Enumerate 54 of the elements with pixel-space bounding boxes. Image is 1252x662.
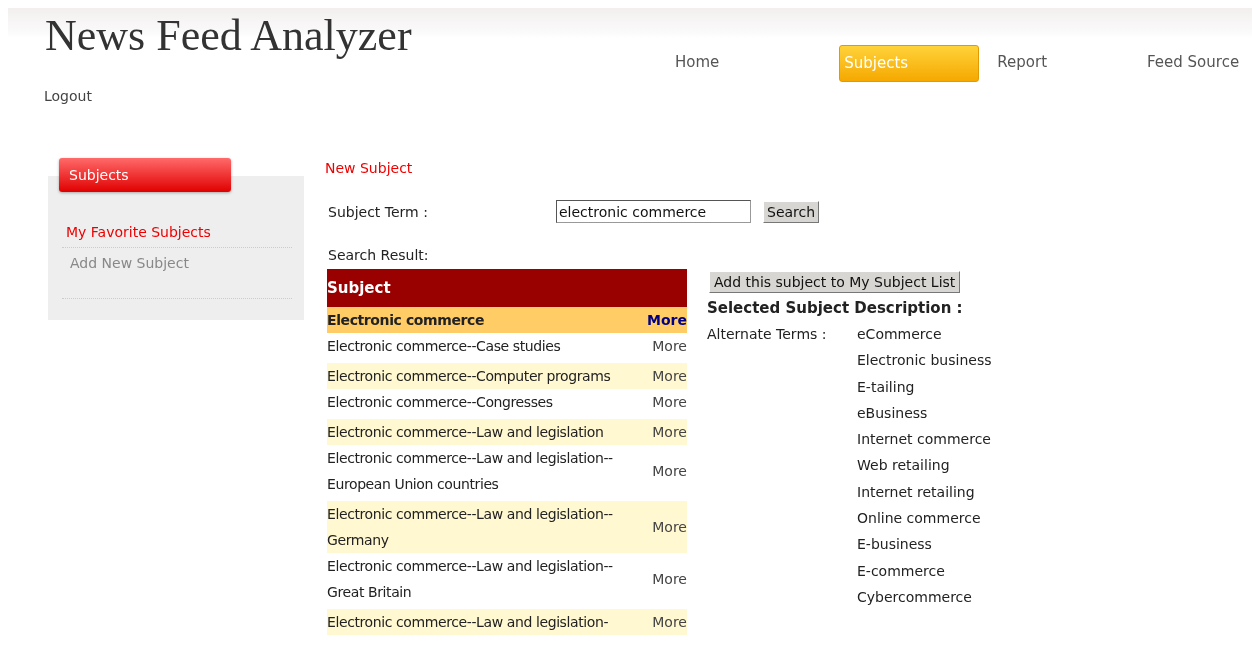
result-row[interactable]: Electronic commerce--Law and legislation--Germany More	[327, 501, 687, 553]
logout-link[interactable]: Logout	[44, 88, 92, 104]
more-link[interactable]: More	[647, 312, 687, 328]
alternate-term: Web retailing	[857, 456, 951, 476]
more-link[interactable]: More	[652, 338, 687, 354]
alternate-term: Electronic business	[857, 351, 992, 371]
result-row[interactable]: Electronic commerce--Computer programs More	[327, 363, 687, 389]
result-row[interactable]: Electronic commerce--Case studies More	[327, 333, 687, 359]
subject-text: Electronic commerce--Law and legislation	[327, 423, 605, 442]
alternate-term: Internet commerce	[857, 430, 992, 450]
subject-text: Electronic commerce--Law and legislation--Great Britain	[327, 557, 614, 602]
field-label: Subject Term :	[328, 203, 429, 220]
alternate-term: Internet retailing	[857, 482, 976, 502]
alternate-term: eBusiness	[857, 403, 929, 423]
alternate-term: eCommerce	[857, 325, 943, 344]
result-row[interactable]: Electronic commerce--Law and legislation More	[327, 419, 687, 445]
result-row[interactable]: Electronic commerce--Congresses More	[327, 389, 687, 415]
subject-text: Electronic commerce--Law and legislation--Germany	[327, 505, 614, 550]
subject-text: Electronic commerce--Congresses	[327, 393, 554, 412]
column-header: Subject	[327, 279, 391, 297]
more-link[interactable]: More	[652, 571, 687, 587]
more-link[interactable]: More	[652, 368, 687, 384]
alternate-term: E-tailing	[857, 377, 916, 397]
more-link[interactable]: More	[652, 614, 687, 630]
alternate-term: E-business	[857, 535, 933, 555]
description-heading: Selected Subject Description :	[707, 299, 963, 317]
alternate-term: E-commerce	[857, 561, 946, 581]
subject-text: Electronic commerce--Case studies	[327, 337, 562, 356]
subject-text: Electronic commerce--Law and legislation-	[327, 613, 610, 632]
more-link[interactable]: More	[652, 463, 687, 479]
section-title: New Subject	[325, 160, 414, 176]
subject-text: Electronic commerce	[327, 311, 485, 330]
result-row[interactable]: Electronic commerce--Law and legislation--Great Britain More	[327, 553, 687, 605]
search-button[interactable]: Search	[763, 200, 820, 223]
nav-tab[interactable]: Report	[997, 45, 1048, 80]
more-link[interactable]: More	[652, 394, 687, 410]
alternate-term: Online commerce	[857, 509, 982, 529]
nav-tab[interactable]: Feed Source	[1147, 45, 1240, 80]
result-row[interactable]: Electronic commerce--Law and legislation--European Union countries More	[327, 445, 687, 497]
subject-text: Electronic commerce--Law and legislation--European Union countries	[327, 449, 614, 494]
result-row[interactable]: Electronic commerce More	[327, 307, 687, 333]
sidebar-heading: Subjects	[59, 158, 231, 192]
add-subject-button[interactable]: Add this subject to My Subject List	[709, 271, 961, 293]
result-row[interactable]: Electronic commerce--Law and legislation- More	[327, 609, 687, 635]
more-link[interactable]: More	[652, 519, 687, 535]
alternate-term: Cybercommerce	[857, 587, 973, 607]
results-label: Search Result:	[327, 247, 430, 263]
alternate-terms-label: Alternate Terms :	[707, 325, 828, 344]
subject-term-field[interactable]: electronic commerce	[556, 200, 751, 223]
nav-tab[interactable]: Home	[675, 45, 720, 80]
app-title: News Feed Analyzer	[45, 10, 412, 61]
subject-text: Electronic commerce--Computer programs	[327, 367, 612, 386]
sidebar-item[interactable]: My Favorite Subjects	[62, 224, 292, 248]
more-link[interactable]: More	[652, 424, 687, 440]
